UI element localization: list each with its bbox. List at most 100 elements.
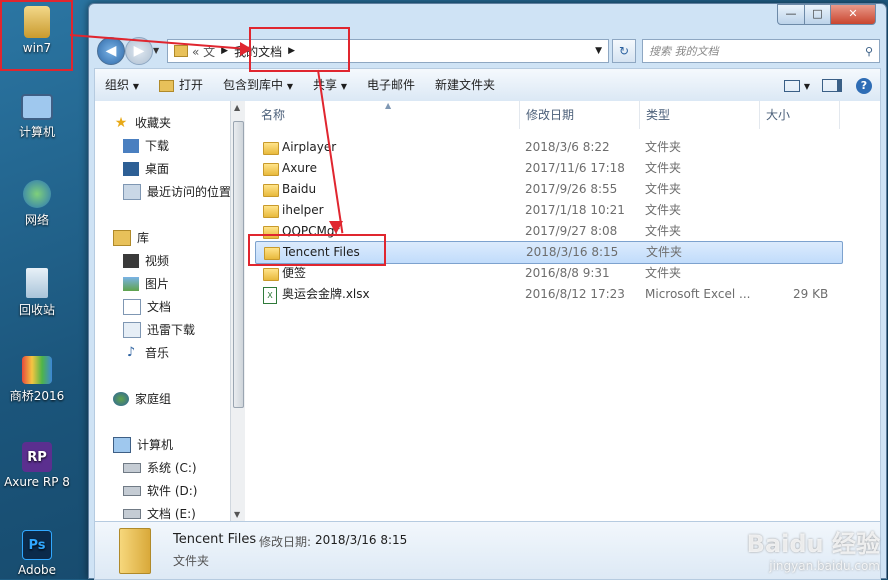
nav-video[interactable]: 视频 [123, 251, 169, 271]
file-name: Tencent Files [283, 245, 360, 259]
user-folder-icon [24, 6, 50, 38]
new-folder-button[interactable]: 新建文件夹 [425, 73, 505, 97]
help-button[interactable]: ? [848, 73, 880, 97]
file-row-qqpcmgr[interactable]: QQPCMgr 2017/9/27 8:08 文件夹 [255, 221, 841, 242]
file-row-bianqian[interactable]: 便签 2016/8/8 9:31 文件夹 [255, 263, 841, 284]
minimize-button[interactable]: — [777, 4, 805, 25]
address-bar[interactable]: « 文 ▶ 我的文档 ▶ ▼ [167, 39, 609, 63]
nav-recent[interactable]: 最近访问的位置 [123, 182, 230, 202]
desktop-icon-adobe[interactable]: Ps Adobe [0, 530, 74, 577]
column-header-modified[interactable]: 修改日期 [520, 101, 640, 129]
column-label: 名称 [261, 108, 286, 122]
file-list: 名称 ▲ 修改日期 类型 大小 Airplayer 2018/3/6 8:22 文… [245, 101, 880, 521]
nav-download[interactable]: 下载 [123, 136, 169, 156]
desktop-icon-axure[interactable]: RP Axure RP 8 [0, 442, 74, 489]
column-header-name[interactable]: 名称 ▲ [255, 101, 520, 129]
nav-drive-e[interactable]: 文档 (E:) [123, 504, 196, 521]
include-in-library-button[interactable]: 包含到库中 ▼ [213, 73, 303, 97]
scroll-thumb[interactable] [233, 121, 244, 408]
desktop-icon-computer[interactable]: 计算机 [0, 94, 74, 140]
nav-favorites[interactable]: ★ 收藏夹 [113, 113, 171, 133]
desktop-icon-label: 网络 [24, 213, 49, 227]
preview-pane-button[interactable] [816, 73, 848, 97]
nav-drive-d[interactable]: 软件 (D:) [123, 481, 197, 501]
file-row-olympic-xlsx[interactable]: X 奥运会金牌.xlsx 2016/8/12 17:23 Microsoft E… [255, 284, 841, 305]
file-row-ihelper[interactable]: ihelper 2017/1/18 10:21 文件夹 [255, 200, 841, 221]
column-label: 大小 [766, 108, 791, 122]
nav-xunlei[interactable]: 迅雷下载 [123, 320, 195, 340]
search-icon[interactable]: ⚲ [865, 45, 879, 58]
scroll-up-icon[interactable]: ▲ [234, 103, 240, 112]
picture-icon [123, 277, 139, 291]
help-icon: ? [856, 78, 872, 94]
scroll-down-icon[interactable]: ▼ [234, 510, 240, 519]
chevron-right-icon[interactable]: ▶ [288, 46, 295, 56]
view-options-button[interactable]: ▼ [778, 73, 816, 97]
document-icon [123, 299, 141, 315]
file-date: 2017/1/18 10:21 [525, 203, 625, 217]
folder-icon [263, 205, 279, 218]
details-modified-value: 2018/3/16 8:15 [315, 533, 408, 547]
file-name: QQPCMgr [282, 224, 340, 238]
search-box[interactable]: 搜索 我的文档 ⚲ [642, 39, 880, 63]
include-library-label: 包含到库中 [223, 78, 284, 92]
navigation-scrollbar[interactable]: ▲ ▼ [230, 101, 245, 521]
nav-computer[interactable]: 计算机 [113, 435, 173, 455]
file-date: 2017/11/6 17:18 [525, 161, 625, 175]
drive-icon [123, 509, 141, 519]
desktop-icon-network[interactable]: 网络 [0, 180, 74, 228]
nav-label: 迅雷下载 [147, 323, 196, 337]
refresh-button[interactable]: ↻ [612, 39, 636, 63]
details-modified-label: 修改日期: [259, 535, 312, 549]
file-type: 文件夹 [645, 224, 682, 238]
nav-label: 软件 (D:) [147, 484, 198, 498]
nav-libraries[interactable]: 库 [113, 228, 149, 248]
organize-button[interactable]: 组织 ▼ [95, 73, 149, 97]
file-date: 2018/3/6 8:22 [525, 140, 610, 154]
share-button[interactable]: 共享 ▼ [303, 73, 357, 97]
sort-ascending-icon: ▲ [385, 101, 392, 110]
nav-documents[interactable]: 文档 [123, 297, 171, 317]
desktop-icon-win7[interactable]: win7 [0, 6, 74, 55]
close-button[interactable]: ✕ [830, 4, 876, 25]
nav-homegroup[interactable]: 家庭组 [113, 389, 171, 409]
file-row-axure[interactable]: Axure 2017/11/6 17:18 文件夹 [255, 158, 841, 179]
forward-button[interactable]: ▶ [125, 37, 153, 65]
file-date: 2017/9/26 8:55 [525, 182, 618, 196]
nav-label: 音乐 [145, 346, 170, 360]
maximize-button[interactable]: □ [804, 4, 831, 25]
chevron-right-icon[interactable]: ▶ [221, 46, 228, 56]
desktop-icon-shangqiao[interactable]: 商桥2016 [0, 356, 74, 404]
open-button[interactable]: 打开 [149, 73, 213, 97]
file-name: Baidu [282, 182, 317, 196]
nav-pictures[interactable]: 图片 [123, 274, 169, 294]
desktop-icon-recycle-bin[interactable]: 回收站 [0, 268, 74, 318]
nav-music[interactable]: ♪ 音乐 [123, 343, 169, 363]
column-header-type[interactable]: 类型 [640, 101, 760, 129]
search-input[interactable]: 搜索 我的文档 [643, 43, 865, 59]
breadcrumb-current[interactable]: 我的文档 [234, 43, 282, 60]
nav-desktop[interactable]: 桌面 [123, 159, 169, 179]
file-date: 2016/8/8 9:31 [525, 266, 610, 280]
title-bar[interactable]: — □ ✕ [89, 4, 886, 34]
file-type: 文件夹 [645, 161, 682, 175]
watermark: Baidu 经验 jingyan.baidu.com [747, 524, 880, 573]
nav-label: 桌面 [145, 162, 170, 176]
nav-drive-c[interactable]: 系统 (C:) [123, 458, 197, 478]
view-icon [784, 79, 801, 92]
file-row-baidu[interactable]: Baidu 2017/9/26 8:55 文件夹 [255, 179, 841, 200]
recent-pages-dropdown[interactable]: ▼ [153, 46, 159, 55]
content-area: ★ 收藏夹 下载 桌面 最近访问的位置 库 视频 图片 文档 迅雷下载 ♪ 音乐 家… [94, 101, 881, 521]
back-button[interactable]: ◀ [97, 37, 125, 65]
file-name: 奥运会金牌.xlsx [282, 287, 370, 301]
excel-file-icon: X [263, 287, 277, 304]
column-header-size[interactable]: 大小 [760, 101, 840, 129]
file-row-tencent-files[interactable]: Tencent Files 2018/3/16 8:15 文件夹 [255, 241, 843, 264]
desktop-icon [123, 162, 139, 176]
star-icon: ★ [114, 115, 128, 131]
download-icon [123, 139, 139, 153]
file-row-airplayer[interactable]: Airplayer 2018/3/6 8:22 文件夹 [255, 137, 841, 158]
breadcrumb-parent[interactable]: « 文 [192, 43, 215, 60]
nav-label: 系统 (C:) [147, 461, 197, 475]
address-dropdown-icon[interactable]: ▼ [595, 46, 602, 56]
